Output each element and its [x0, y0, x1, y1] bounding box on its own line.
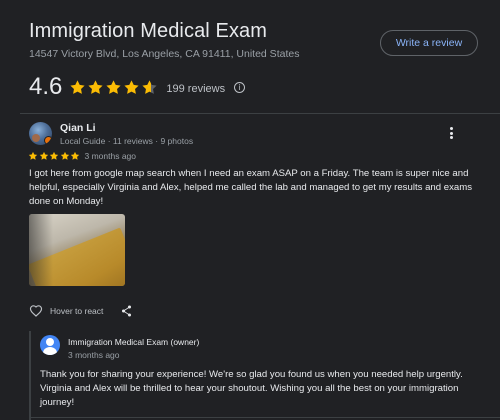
- info-icon[interactable]: i: [234, 82, 246, 93]
- review-stars: [28, 151, 81, 161]
- star-full-icon: [70, 79, 85, 94]
- star-full-icon: [60, 151, 69, 160]
- avatar[interactable]: [29, 122, 52, 145]
- owner-header: Immigration Medical Exam (owner) 3 month…: [40, 335, 479, 360]
- owner-response-text: Thank you for sharing your experience! W…: [40, 369, 463, 409]
- review-date: 3 months ago: [84, 151, 137, 161]
- review-rating-row: 3 months ago: [28, 151, 136, 161]
- owner-response-date: 3 months ago: [68, 350, 120, 360]
- share-icon[interactable]: [121, 305, 132, 317]
- owner-response: Immigration Medical Exam (owner) 3 month…: [29, 331, 479, 420]
- rating-stars: [69, 79, 159, 96]
- review-text: I got here from google map search when I…: [29, 168, 473, 208]
- more-options-icon[interactable]: [446, 126, 456, 140]
- divider: [20, 113, 500, 114]
- star-full-icon: [124, 79, 139, 94]
- reviewer-name[interactable]: Qian Li: [60, 122, 193, 134]
- star-full-icon: [28, 151, 38, 160]
- review-actions: Hover to react: [29, 304, 132, 317]
- divider: [30, 417, 500, 418]
- heart-icon[interactable]: [29, 304, 43, 317]
- star-full-icon: [70, 151, 80, 160]
- star-full-icon: [39, 151, 48, 160]
- star-full-icon: [49, 151, 59, 160]
- review-count-link[interactable]: 199 reviews: [166, 83, 225, 95]
- review-photo[interactable]: [29, 214, 125, 286]
- star-full-icon: [106, 79, 121, 94]
- star-full-icon: [88, 79, 103, 94]
- reviewer-meta: Local Guide · 11 reviews · 9 photos: [60, 136, 194, 146]
- write-review-button[interactable]: Write a review: [380, 30, 478, 56]
- react-button[interactable]: Hover to react: [50, 306, 103, 316]
- rating-summary: 4.6 199 reviews i: [29, 73, 246, 101]
- local-guide-badge-icon: [44, 136, 52, 145]
- star-half-icon: [142, 79, 157, 94]
- owner-name: Immigration Medical Exam (owner): [68, 337, 200, 347]
- owner-avatar-icon: [40, 335, 60, 355]
- average-rating: 4.6: [29, 73, 63, 100]
- reviewer-header[interactable]: Qian Li Local Guide · 11 reviews · 9 pho…: [29, 122, 193, 146]
